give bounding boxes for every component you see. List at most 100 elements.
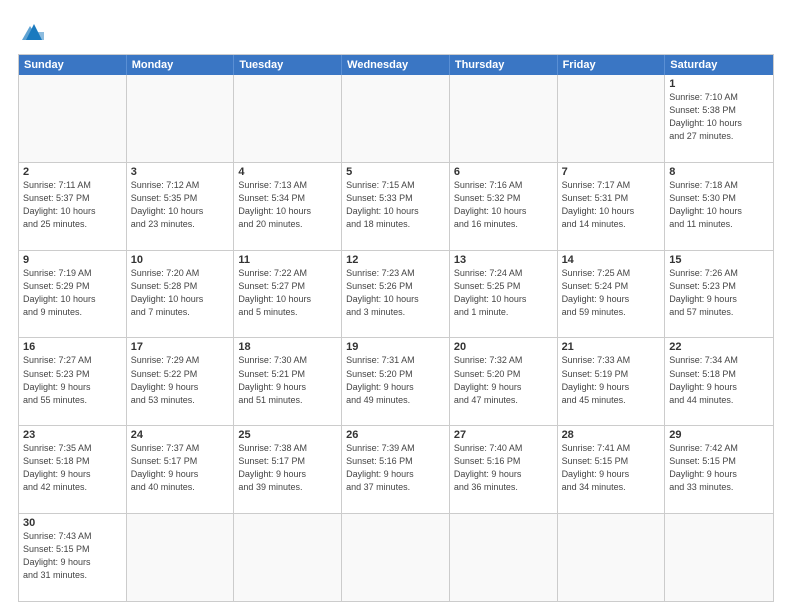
empty-cell	[450, 514, 558, 601]
day-number: 6	[454, 166, 553, 178]
day-cell-13: 13Sunrise: 7:24 AM Sunset: 5:25 PM Dayli…	[450, 251, 558, 339]
day-info: Sunrise: 7:43 AM Sunset: 5:15 PM Dayligh…	[23, 530, 122, 582]
day-info: Sunrise: 7:13 AM Sunset: 5:34 PM Dayligh…	[238, 179, 337, 231]
empty-cell	[234, 514, 342, 601]
day-info: Sunrise: 7:35 AM Sunset: 5:18 PM Dayligh…	[23, 442, 122, 494]
calendar-body: 1Sunrise: 7:10 AM Sunset: 5:38 PM Daylig…	[19, 75, 773, 601]
day-cell-6: 6Sunrise: 7:16 AM Sunset: 5:32 PM Daylig…	[450, 163, 558, 251]
logo-icon	[18, 18, 50, 46]
calendar: SundayMondayTuesdayWednesdayThursdayFrid…	[18, 54, 774, 602]
day-number: 30	[23, 517, 122, 529]
day-cell-29: 29Sunrise: 7:42 AM Sunset: 5:15 PM Dayli…	[665, 426, 773, 514]
empty-cell	[234, 75, 342, 163]
day-number: 12	[346, 254, 445, 266]
day-cell-22: 22Sunrise: 7:34 AM Sunset: 5:18 PM Dayli…	[665, 338, 773, 426]
empty-cell	[558, 75, 666, 163]
day-cell-3: 3Sunrise: 7:12 AM Sunset: 5:35 PM Daylig…	[127, 163, 235, 251]
day-cell-5: 5Sunrise: 7:15 AM Sunset: 5:33 PM Daylig…	[342, 163, 450, 251]
day-number: 27	[454, 429, 553, 441]
day-number: 29	[669, 429, 769, 441]
day-info: Sunrise: 7:34 AM Sunset: 5:18 PM Dayligh…	[669, 354, 769, 406]
weekday-header-saturday: Saturday	[665, 55, 773, 75]
day-info: Sunrise: 7:40 AM Sunset: 5:16 PM Dayligh…	[454, 442, 553, 494]
day-info: Sunrise: 7:24 AM Sunset: 5:25 PM Dayligh…	[454, 267, 553, 319]
day-cell-8: 8Sunrise: 7:18 AM Sunset: 5:30 PM Daylig…	[665, 163, 773, 251]
day-number: 23	[23, 429, 122, 441]
day-info: Sunrise: 7:16 AM Sunset: 5:32 PM Dayligh…	[454, 179, 553, 231]
day-number: 21	[562, 341, 661, 353]
logo	[18, 18, 54, 46]
day-cell-24: 24Sunrise: 7:37 AM Sunset: 5:17 PM Dayli…	[127, 426, 235, 514]
day-info: Sunrise: 7:37 AM Sunset: 5:17 PM Dayligh…	[131, 442, 230, 494]
day-cell-11: 11Sunrise: 7:22 AM Sunset: 5:27 PM Dayli…	[234, 251, 342, 339]
day-cell-20: 20Sunrise: 7:32 AM Sunset: 5:20 PM Dayli…	[450, 338, 558, 426]
empty-cell	[342, 75, 450, 163]
day-info: Sunrise: 7:11 AM Sunset: 5:37 PM Dayligh…	[23, 179, 122, 231]
day-cell-26: 26Sunrise: 7:39 AM Sunset: 5:16 PM Dayli…	[342, 426, 450, 514]
day-cell-18: 18Sunrise: 7:30 AM Sunset: 5:21 PM Dayli…	[234, 338, 342, 426]
day-info: Sunrise: 7:15 AM Sunset: 5:33 PM Dayligh…	[346, 179, 445, 231]
empty-cell	[342, 514, 450, 601]
day-cell-21: 21Sunrise: 7:33 AM Sunset: 5:19 PM Dayli…	[558, 338, 666, 426]
day-info: Sunrise: 7:19 AM Sunset: 5:29 PM Dayligh…	[23, 267, 122, 319]
day-info: Sunrise: 7:25 AM Sunset: 5:24 PM Dayligh…	[562, 267, 661, 319]
weekday-header-wednesday: Wednesday	[342, 55, 450, 75]
day-number: 15	[669, 254, 769, 266]
day-number: 25	[238, 429, 337, 441]
empty-cell	[450, 75, 558, 163]
day-number: 19	[346, 341, 445, 353]
day-info: Sunrise: 7:30 AM Sunset: 5:21 PM Dayligh…	[238, 354, 337, 406]
weekday-header-sunday: Sunday	[19, 55, 127, 75]
header	[18, 18, 774, 46]
day-cell-25: 25Sunrise: 7:38 AM Sunset: 5:17 PM Dayli…	[234, 426, 342, 514]
day-number: 11	[238, 254, 337, 266]
day-number: 1	[669, 78, 769, 90]
day-info: Sunrise: 7:38 AM Sunset: 5:17 PM Dayligh…	[238, 442, 337, 494]
day-info: Sunrise: 7:18 AM Sunset: 5:30 PM Dayligh…	[669, 179, 769, 231]
day-cell-2: 2Sunrise: 7:11 AM Sunset: 5:37 PM Daylig…	[19, 163, 127, 251]
day-number: 10	[131, 254, 230, 266]
empty-cell	[127, 514, 235, 601]
day-info: Sunrise: 7:33 AM Sunset: 5:19 PM Dayligh…	[562, 354, 661, 406]
empty-cell	[19, 75, 127, 163]
empty-cell	[127, 75, 235, 163]
day-number: 28	[562, 429, 661, 441]
day-info: Sunrise: 7:23 AM Sunset: 5:26 PM Dayligh…	[346, 267, 445, 319]
day-number: 3	[131, 166, 230, 178]
day-number: 16	[23, 341, 122, 353]
day-number: 5	[346, 166, 445, 178]
day-cell-17: 17Sunrise: 7:29 AM Sunset: 5:22 PM Dayli…	[127, 338, 235, 426]
day-cell-9: 9Sunrise: 7:19 AM Sunset: 5:29 PM Daylig…	[19, 251, 127, 339]
day-info: Sunrise: 7:22 AM Sunset: 5:27 PM Dayligh…	[238, 267, 337, 319]
day-cell-12: 12Sunrise: 7:23 AM Sunset: 5:26 PM Dayli…	[342, 251, 450, 339]
day-number: 20	[454, 341, 553, 353]
day-number: 14	[562, 254, 661, 266]
day-cell-19: 19Sunrise: 7:31 AM Sunset: 5:20 PM Dayli…	[342, 338, 450, 426]
day-info: Sunrise: 7:26 AM Sunset: 5:23 PM Dayligh…	[669, 267, 769, 319]
day-info: Sunrise: 7:42 AM Sunset: 5:15 PM Dayligh…	[669, 442, 769, 494]
day-cell-10: 10Sunrise: 7:20 AM Sunset: 5:28 PM Dayli…	[127, 251, 235, 339]
weekday-header-tuesday: Tuesday	[234, 55, 342, 75]
weekday-header-monday: Monday	[127, 55, 235, 75]
day-cell-14: 14Sunrise: 7:25 AM Sunset: 5:24 PM Dayli…	[558, 251, 666, 339]
page: SundayMondayTuesdayWednesdayThursdayFrid…	[0, 0, 792, 612]
day-number: 4	[238, 166, 337, 178]
day-number: 26	[346, 429, 445, 441]
day-cell-30: 30Sunrise: 7:43 AM Sunset: 5:15 PM Dayli…	[19, 514, 127, 601]
weekday-header-thursday: Thursday	[450, 55, 558, 75]
day-info: Sunrise: 7:27 AM Sunset: 5:23 PM Dayligh…	[23, 354, 122, 406]
day-cell-4: 4Sunrise: 7:13 AM Sunset: 5:34 PM Daylig…	[234, 163, 342, 251]
day-cell-23: 23Sunrise: 7:35 AM Sunset: 5:18 PM Dayli…	[19, 426, 127, 514]
day-number: 13	[454, 254, 553, 266]
day-cell-28: 28Sunrise: 7:41 AM Sunset: 5:15 PM Dayli…	[558, 426, 666, 514]
day-number: 18	[238, 341, 337, 353]
day-info: Sunrise: 7:10 AM Sunset: 5:38 PM Dayligh…	[669, 91, 769, 143]
day-number: 8	[669, 166, 769, 178]
day-number: 9	[23, 254, 122, 266]
day-info: Sunrise: 7:39 AM Sunset: 5:16 PM Dayligh…	[346, 442, 445, 494]
day-cell-7: 7Sunrise: 7:17 AM Sunset: 5:31 PM Daylig…	[558, 163, 666, 251]
day-info: Sunrise: 7:31 AM Sunset: 5:20 PM Dayligh…	[346, 354, 445, 406]
day-number: 2	[23, 166, 122, 178]
day-info: Sunrise: 7:41 AM Sunset: 5:15 PM Dayligh…	[562, 442, 661, 494]
day-info: Sunrise: 7:20 AM Sunset: 5:28 PM Dayligh…	[131, 267, 230, 319]
